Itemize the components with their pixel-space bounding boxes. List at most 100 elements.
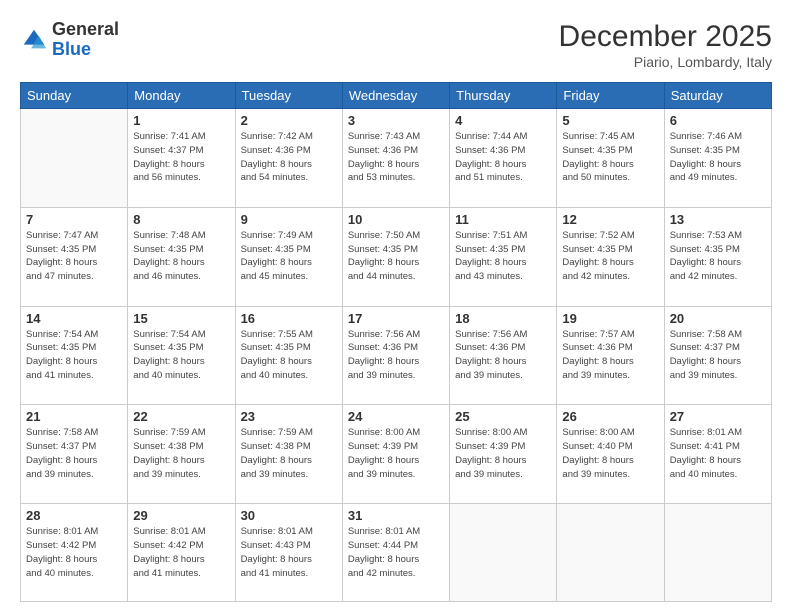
calendar-day-cell: 1 Sunrise: 7:41 AMSunset: 4:37 PMDaylight… [128,109,235,208]
day-number: 26 [562,409,658,424]
calendar-day-cell: 29 Sunrise: 8:01 AMSunset: 4:42 PMDayligh… [128,504,235,602]
day-number: 7 [26,212,122,227]
title-block: December 2025 Piario, Lombardy, Italy [559,20,772,70]
day-number: 14 [26,311,122,326]
calendar-weekday-header: Monday [128,83,235,109]
calendar-day-cell: 10 Sunrise: 7:50 AMSunset: 4:35 PMDayligh… [342,207,449,306]
day-info: Sunrise: 7:53 AMSunset: 4:35 PMDaylight:… [670,229,766,284]
calendar-week-row: 28Sunrise: 8:01 AMSunset: 4:42 PMDayligh… [21,504,772,602]
day-info: Sunrise: 8:01 AMSunset: 4:42 PMDaylight:… [133,525,229,580]
calendar-day-cell: 6 Sunrise: 7:46 AMSunset: 4:35 PMDaylight… [664,109,771,208]
calendar-day-cell: 15 Sunrise: 7:54 AMSunset: 4:35 PMDayligh… [128,306,235,405]
calendar-weekday-header: Wednesday [342,83,449,109]
day-info: Sunrise: 7:41 AMSunset: 4:37 PMDaylight:… [133,130,229,185]
calendar-day-cell: 24 Sunrise: 8:00 AMSunset: 4:39 PMDayligh… [342,405,449,504]
calendar-day-cell [21,109,128,208]
day-number: 27 [670,409,766,424]
calendar-day-cell [557,504,664,602]
calendar-day-cell: 30Sunrise: 8:01 AMSunset: 4:43 PMDayligh… [235,504,342,602]
day-info: Sunrise: 8:01 AMSunset: 4:44 PMDaylight:… [348,525,444,580]
day-info: Sunrise: 7:55 AMSunset: 4:35 PMDaylight:… [241,328,337,383]
calendar-day-cell: 31Sunrise: 8:01 AMSunset: 4:44 PMDayligh… [342,504,449,602]
calendar-weekday-header: Tuesday [235,83,342,109]
header: General Blue December 2025 Piario, Lomba… [20,20,772,70]
day-info: Sunrise: 7:44 AMSunset: 4:36 PMDaylight:… [455,130,551,185]
day-info: Sunrise: 7:50 AMSunset: 4:35 PMDaylight:… [348,229,444,284]
logo-icon [20,26,48,54]
calendar-day-cell: 19Sunrise: 7:57 AMSunset: 4:36 PMDayligh… [557,306,664,405]
day-info: Sunrise: 7:42 AMSunset: 4:36 PMDaylight:… [241,130,337,185]
day-number: 12 [562,212,658,227]
calendar-day-cell: 28Sunrise: 8:01 AMSunset: 4:42 PMDayligh… [21,504,128,602]
day-info: Sunrise: 7:52 AMSunset: 4:35 PMDaylight:… [562,229,658,284]
calendar-header-row: SundayMondayTuesdayWednesdayThursdayFrid… [21,83,772,109]
month-title: December 2025 [559,20,772,54]
calendar-weekday-header: Thursday [450,83,557,109]
day-info: Sunrise: 8:00 AMSunset: 4:39 PMDaylight:… [455,426,551,481]
calendar-day-cell: 8 Sunrise: 7:48 AMSunset: 4:35 PMDaylight… [128,207,235,306]
calendar-day-cell: 20 Sunrise: 7:58 AMSunset: 4:37 PMDayligh… [664,306,771,405]
day-info: Sunrise: 7:49 AMSunset: 4:35 PMDaylight:… [241,229,337,284]
day-number: 9 [241,212,337,227]
day-info: Sunrise: 7:56 AMSunset: 4:36 PMDaylight:… [455,328,551,383]
day-number: 17 [348,311,444,326]
day-info: Sunrise: 7:54 AMSunset: 4:35 PMDaylight:… [26,328,122,383]
calendar-table: SundayMondayTuesdayWednesdayThursdayFrid… [20,82,772,602]
day-number: 22 [133,409,229,424]
day-number: 25 [455,409,551,424]
day-number: 1 [133,113,229,128]
day-info: Sunrise: 8:01 AMSunset: 4:41 PMDaylight:… [670,426,766,481]
calendar-day-cell: 7 Sunrise: 7:47 AMSunset: 4:35 PMDaylight… [21,207,128,306]
day-number: 24 [348,409,444,424]
day-number: 20 [670,311,766,326]
calendar-weekday-header: Friday [557,83,664,109]
day-number: 23 [241,409,337,424]
calendar-day-cell: 4 Sunrise: 7:44 AMSunset: 4:36 PMDaylight… [450,109,557,208]
day-number: 29 [133,508,229,523]
calendar-day-cell [664,504,771,602]
day-info: Sunrise: 8:00 AMSunset: 4:39 PMDaylight:… [348,426,444,481]
day-number: 4 [455,113,551,128]
day-number: 8 [133,212,229,227]
calendar-day-cell: 25 Sunrise: 8:00 AMSunset: 4:39 PMDayligh… [450,405,557,504]
location-subtitle: Piario, Lombardy, Italy [559,54,772,70]
day-info: Sunrise: 7:57 AMSunset: 4:36 PMDaylight:… [562,328,658,383]
page: General Blue December 2025 Piario, Lomba… [0,0,792,612]
calendar-day-cell: 9 Sunrise: 7:49 AMSunset: 4:35 PMDaylight… [235,207,342,306]
day-info: Sunrise: 7:45 AMSunset: 4:35 PMDaylight:… [562,130,658,185]
day-info: Sunrise: 7:48 AMSunset: 4:35 PMDaylight:… [133,229,229,284]
day-number: 21 [26,409,122,424]
day-info: Sunrise: 7:56 AMSunset: 4:36 PMDaylight:… [348,328,444,383]
day-number: 3 [348,113,444,128]
calendar-day-cell: 13Sunrise: 7:53 AMSunset: 4:35 PMDayligh… [664,207,771,306]
day-info: Sunrise: 7:59 AMSunset: 4:38 PMDaylight:… [133,426,229,481]
day-info: Sunrise: 7:54 AMSunset: 4:35 PMDaylight:… [133,328,229,383]
calendar-week-row: 1 Sunrise: 7:41 AMSunset: 4:37 PMDaylight… [21,109,772,208]
day-info: Sunrise: 7:43 AMSunset: 4:36 PMDaylight:… [348,130,444,185]
calendar-day-cell: 23Sunrise: 7:59 AMSunset: 4:38 PMDayligh… [235,405,342,504]
calendar-day-cell: 11 Sunrise: 7:51 AMSunset: 4:35 PMDayligh… [450,207,557,306]
logo: General Blue [20,20,119,60]
day-number: 30 [241,508,337,523]
calendar-day-cell: 14 Sunrise: 7:54 AMSunset: 4:35 PMDayligh… [21,306,128,405]
day-info: Sunrise: 8:00 AMSunset: 4:40 PMDaylight:… [562,426,658,481]
day-number: 5 [562,113,658,128]
day-info: Sunrise: 7:51 AMSunset: 4:35 PMDaylight:… [455,229,551,284]
calendar-day-cell [450,504,557,602]
day-info: Sunrise: 7:47 AMSunset: 4:35 PMDaylight:… [26,229,122,284]
calendar-day-cell: 2 Sunrise: 7:42 AMSunset: 4:36 PMDaylight… [235,109,342,208]
calendar-weekday-header: Saturday [664,83,771,109]
day-number: 10 [348,212,444,227]
calendar-day-cell: 26 Sunrise: 8:00 AMSunset: 4:40 PMDayligh… [557,405,664,504]
day-number: 6 [670,113,766,128]
logo-text: General Blue [52,20,119,60]
day-info: Sunrise: 7:58 AMSunset: 4:37 PMDaylight:… [670,328,766,383]
calendar-week-row: 7 Sunrise: 7:47 AMSunset: 4:35 PMDaylight… [21,207,772,306]
day-info: Sunrise: 7:46 AMSunset: 4:35 PMDaylight:… [670,130,766,185]
day-number: 15 [133,311,229,326]
calendar-day-cell: 12 Sunrise: 7:52 AMSunset: 4:35 PMDayligh… [557,207,664,306]
day-number: 11 [455,212,551,227]
calendar-day-cell: 17 Sunrise: 7:56 AMSunset: 4:36 PMDayligh… [342,306,449,405]
day-info: Sunrise: 8:01 AMSunset: 4:42 PMDaylight:… [26,525,122,580]
day-number: 2 [241,113,337,128]
